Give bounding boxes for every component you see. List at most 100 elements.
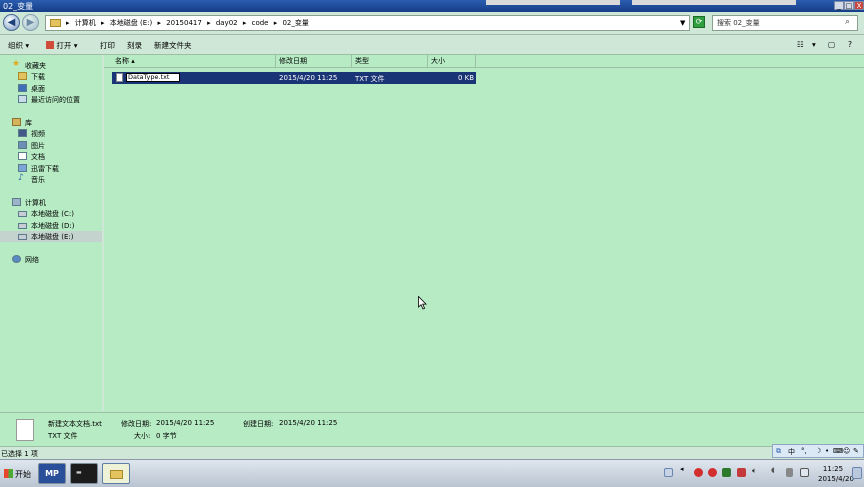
tray-red-icon[interactable] <box>737 468 746 477</box>
column-header-type[interactable]: 类型 <box>352 55 428 67</box>
nav-libraries[interactable]: 库 <box>0 117 102 128</box>
organize-button[interactable]: 组织 ▾ <box>8 40 29 51</box>
ime-logo-icon[interactable]: ⧉ <box>776 447 781 456</box>
show-desktop-button[interactable] <box>852 467 862 479</box>
open-button[interactable]: 打开 ▾ <box>46 40 78 51</box>
breadcrumb-20150417[interactable]: 20150417 <box>166 19 202 27</box>
ime-language[interactable]: 中 <box>788 447 795 457</box>
maximize-button[interactable]: □ <box>844 1 854 10</box>
search-input[interactable]: 搜索 02_变量 ⌕ <box>712 15 858 31</box>
network-icon <box>12 255 21 263</box>
nav-item-recent[interactable]: 最近访问的位置 <box>0 94 102 105</box>
details-size: 0 字节 <box>156 432 177 440</box>
taskbar-console-icon[interactable]: ▬ <box>70 463 98 484</box>
tray-record2-icon[interactable] <box>708 468 717 477</box>
chevron-down-icon: ▾ <box>73 41 78 50</box>
details-created: 2015/4/20 11:25 <box>279 419 338 427</box>
command-bar: 组织 ▾ 打开 ▾ 打印 刻录 新建文件夹 ☷ ▾ ▢ ? <box>0 35 864 55</box>
tray-ime-icon[interactable]: ◖ <box>771 466 780 475</box>
tray-green-icon[interactable] <box>722 468 731 477</box>
search-placeholder: 搜索 02_变量 <box>717 19 760 27</box>
nav-item-music[interactable]: ♪ 音乐 <box>0 173 102 185</box>
chevron-down-icon: ▾ <box>25 41 30 50</box>
print-button[interactable]: 打印 <box>100 40 115 51</box>
breadcrumb-current[interactable]: 02_变量 <box>282 19 308 27</box>
nav-item-drive-d[interactable]: 本地磁盘 (D:) <box>0 220 102 231</box>
breadcrumb-drive-e[interactable]: 本地磁盘 (E:) <box>110 19 152 27</box>
column-header-size[interactable]: 大小 <box>428 55 476 67</box>
nav-item-desktop[interactable]: 桌面 <box>0 83 102 94</box>
drive-icon <box>18 223 27 229</box>
back-button[interactable]: ◀ <box>3 14 20 31</box>
tray-app-icon[interactable] <box>664 468 673 477</box>
forward-button[interactable]: ▶ <box>22 14 39 31</box>
tray-device-icon[interactable] <box>786 468 793 477</box>
nav-item-pictures[interactable]: 图片 <box>0 140 102 151</box>
refresh-button[interactable]: ⟳ <box>693 16 705 28</box>
taskbar: 开始 MP ▬ ◂ 🔈︎ ◖ 11:25 2015/4/20 <box>0 459 864 487</box>
taskbar-explorer-icon[interactable] <box>102 463 130 484</box>
file-row[interactable]: DataType.txt 2015/4/20 11:25 TXT 文件 0 KB <box>112 72 476 84</box>
tray-record-icon[interactable] <box>694 468 703 477</box>
nav-item-xunlei[interactable]: 迅雷下载 <box>0 163 102 174</box>
desktop-icon <box>18 84 27 92</box>
breadcrumb-code[interactable]: code <box>252 19 269 27</box>
nav-item-drive-c[interactable]: 本地磁盘 (C:) <box>0 208 102 219</box>
background-window-strip <box>486 0 620 5</box>
column-header-name[interactable]: 名称 ▴ <box>112 55 276 67</box>
back-arrow-icon: ◀ <box>7 17 16 28</box>
nav-network[interactable]: 网络 <box>0 254 102 265</box>
start-button[interactable]: 开始 <box>1 463 33 484</box>
ime-keyboard-icon[interactable]: ⌨ <box>833 447 843 455</box>
ime-tools-icon[interactable]: ✎ <box>853 447 859 455</box>
star-icon: ★ <box>12 59 21 69</box>
help-icon[interactable]: ? <box>848 40 852 49</box>
text-file-large-icon <box>16 419 34 441</box>
file-modified: 2015/4/20 11:25 <box>279 74 338 82</box>
breadcrumb-day02[interactable]: day02 <box>216 19 238 27</box>
background-window-strip-2 <box>632 0 796 5</box>
address-bar[interactable]: ▸ 计算机 ▸ 本地磁盘 (E:) ▸ 20150417 ▸ day02 ▸ c… <box>45 15 690 31</box>
rename-input[interactable]: DataType.txt <box>126 73 180 82</box>
column-header-modified[interactable]: 修改日期 <box>276 55 352 67</box>
breadcrumb-computer[interactable]: 计算机 <box>75 19 96 27</box>
file-size: 0 KB <box>458 74 475 82</box>
view-dropdown-icon[interactable]: ▾ <box>812 40 816 49</box>
ime-moon-icon[interactable]: ☽ <box>815 447 821 455</box>
open-icon <box>46 41 54 49</box>
view-options-icon[interactable]: ☷ <box>797 40 804 49</box>
address-dropdown-icon[interactable]: ▼ <box>680 19 685 27</box>
folder-icon <box>50 19 61 27</box>
details-type: TXT 文件 <box>48 432 78 440</box>
music-icon: ♪ <box>18 173 24 183</box>
volume-icon[interactable]: 🔈︎ <box>752 466 761 475</box>
drive-icon <box>18 234 27 240</box>
nav-item-downloads[interactable]: 下载 <box>0 71 102 82</box>
nav-item-drive-e[interactable]: 本地磁盘 (E:) <box>0 231 102 242</box>
header-divider <box>104 67 864 68</box>
minimize-button[interactable]: _ <box>834 1 844 10</box>
clock[interactable]: 11:25 2015/4/20 <box>818 464 854 484</box>
nav-item-videos[interactable]: 视频 <box>0 128 102 139</box>
taskbar-mp-app-icon[interactable]: MP <box>38 463 66 484</box>
search-icon: ⌕ <box>845 17 851 27</box>
computer-icon <box>12 198 21 206</box>
ime-dot-icon[interactable]: • <box>825 447 829 455</box>
close-button[interactable]: X <box>854 1 864 10</box>
tray-expand-icon[interactable]: ◂ <box>680 465 689 474</box>
ime-punctuation-icon[interactable]: °, <box>801 447 807 455</box>
drive-icon <box>18 211 27 217</box>
burn-button[interactable]: 刻录 <box>127 40 142 51</box>
file-type: TXT 文件 <box>355 75 385 83</box>
forward-arrow-icon: ▶ <box>26 17 35 28</box>
nav-computer[interactable]: 计算机 <box>0 197 102 208</box>
nav-item-documents[interactable]: 文档 <box>0 151 102 162</box>
library-icon <box>12 118 21 126</box>
new-folder-button[interactable]: 新建文件夹 <box>154 40 192 51</box>
network-tray-icon[interactable] <box>800 468 809 477</box>
refresh-icon: ⟳ <box>695 17 703 26</box>
clock-time: 11:25 <box>822 465 844 473</box>
ime-user-icon[interactable]: ☺ <box>843 447 850 455</box>
nav-favorites[interactable]: ★ 收藏夹 <box>0 59 102 71</box>
preview-pane-icon[interactable]: ▢ <box>828 40 835 49</box>
